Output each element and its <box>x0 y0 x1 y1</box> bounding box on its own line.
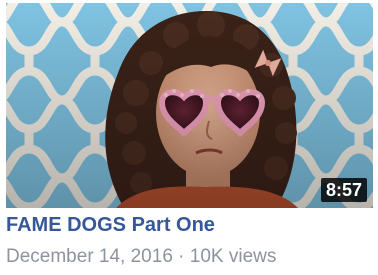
video-title-link[interactable]: FAME DOGS Part One <box>6 213 215 237</box>
video-meta: December 14, 2016 · 10K views <box>6 245 276 269</box>
video-card[interactable]: 8:57 FAME DOGS Part One December 14, 201… <box>0 0 378 275</box>
duration-badge: 8:57 <box>320 178 367 202</box>
video-thumbnail[interactable]: 8:57 <box>6 3 373 208</box>
video-thumbnail-icon <box>6 3 373 208</box>
separator-dot: · <box>178 246 185 267</box>
publish-date: December 14, 2016 <box>6 246 173 267</box>
view-count: 10K views <box>189 246 277 267</box>
